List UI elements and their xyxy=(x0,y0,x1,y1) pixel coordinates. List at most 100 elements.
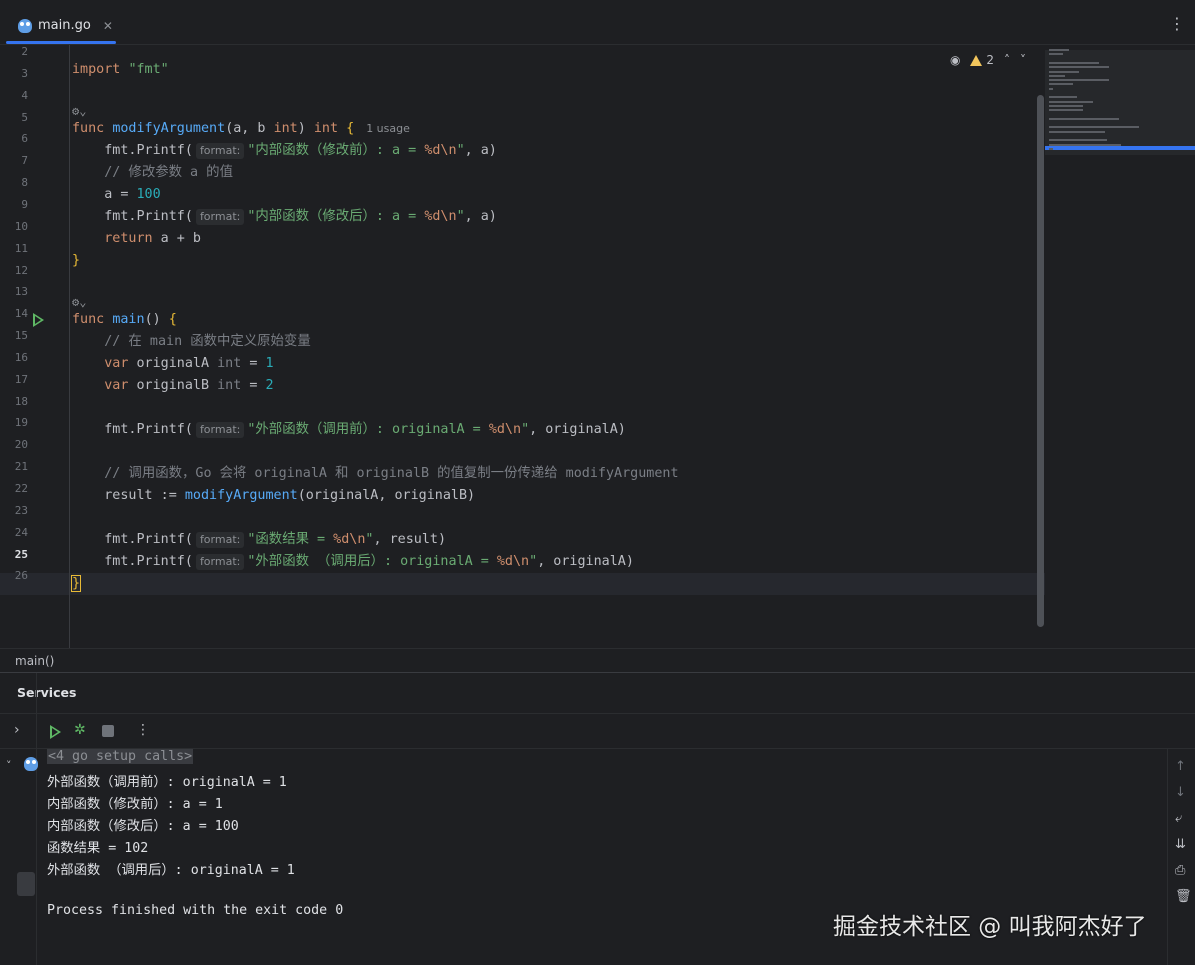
line-number: 23 xyxy=(14,503,28,517)
line-number: 22 xyxy=(14,482,28,495)
breadcrumb[interactable]: main() xyxy=(0,648,1195,672)
line-number: 16 xyxy=(14,350,28,364)
line-number: 12 xyxy=(14,263,28,277)
line-number: 7 xyxy=(21,154,28,168)
line-number: 18 xyxy=(14,394,28,408)
minimap-line xyxy=(1049,74,1065,77)
code-line-23: fmt.Printf(format: "函数结果 = %d\n", result) xyxy=(72,532,447,548)
line-number: 5 xyxy=(21,110,28,124)
editor-tab-bar: main.go ✕ ⋮ xyxy=(0,0,1195,45)
minimap-line xyxy=(1049,87,1053,90)
code-line-5: func modifyArgument(a, b int) int {1 usa… xyxy=(72,121,410,136)
minimap-line xyxy=(1049,79,1109,82)
console-line: 外部函数（调用前）: originalA = 1 xyxy=(47,775,287,790)
line-number: 13 xyxy=(14,285,28,299)
minimap-line xyxy=(1049,147,1053,150)
console-line: 内部函数（修改后）: a = 100 xyxy=(47,819,239,834)
minimap-line xyxy=(1049,70,1079,73)
inspection-widget[interactable]: ◉ 2 ˄ ˅ xyxy=(950,53,1026,67)
soft-wrap-icon[interactable]: ⤶ xyxy=(1175,811,1182,826)
console-line: 外部函数 （调用后）: originalA = 1 xyxy=(47,863,295,878)
tree-item-selection[interactable] xyxy=(17,872,35,896)
line-number: 20 xyxy=(14,438,28,452)
warning-indicator[interactable]: 2 xyxy=(970,53,994,67)
panel-title: Services xyxy=(17,685,77,700)
usage-hint[interactable]: 1 usage xyxy=(366,122,410,135)
warning-icon xyxy=(970,55,983,66)
line-number: 26 xyxy=(14,569,28,583)
code-line-9: fmt.Printf(format: "内部函数（修改后）: a = %d\n",… xyxy=(72,209,497,225)
line-number: 9 xyxy=(21,197,28,211)
line-number: 11 xyxy=(14,241,28,255)
minimap-line xyxy=(1049,143,1121,146)
arrow-down-icon[interactable]: ↓ xyxy=(1175,785,1186,800)
debug-icon[interactable]: ✲ xyxy=(74,722,86,738)
stop-icon[interactable] xyxy=(102,725,114,737)
run-icon[interactable] xyxy=(33,313,44,327)
chevron-up-icon[interactable]: ˄ xyxy=(1004,53,1010,67)
code-line-18: fmt.Printf(format: "外部函数（调用前）: originalA … xyxy=(72,422,626,438)
console-exit-line: Process finished with the exit code 0 xyxy=(47,903,344,918)
minimap-line xyxy=(1049,126,1139,129)
minimap-line xyxy=(1049,61,1099,64)
minimap[interactable] xyxy=(1045,45,1195,648)
console-setup-line[interactable]: <4 go setup calls> xyxy=(47,749,194,764)
trash-icon[interactable]: 🗑 xyxy=(1175,889,1192,904)
minimap-line xyxy=(1049,117,1119,120)
line-number: 8 xyxy=(21,176,28,190)
code-line-15: var originalA int = 1 xyxy=(104,356,274,371)
services-toolbar: › ✲ ⋮ xyxy=(0,713,1195,749)
code-line-25: } xyxy=(70,575,82,592)
go-file-icon xyxy=(18,18,32,33)
console-side-toolbar: ↑ ↓ ⤶ ⇊ ⎙ 🗑 xyxy=(1167,749,1195,965)
arrow-up-icon[interactable]: ↑ xyxy=(1175,759,1186,774)
tab-label: main.go xyxy=(38,18,91,33)
minimap-caret-line xyxy=(1045,146,1195,150)
run-icon[interactable] xyxy=(50,725,61,739)
code-editor[interactable]: 2 3 4 5 6 7 8 9 10 11 12 13 14 15 16 17 18 19 20 21 22 23 24 25… xyxy=(0,45,1195,648)
chevron-down-icon[interactable]: ˅ xyxy=(6,759,12,772)
minimap-line xyxy=(1049,96,1077,99)
line-number: 21 xyxy=(14,460,28,474)
code-line-7: // 修改参数 a 的值 xyxy=(72,165,233,180)
tab-main-go[interactable]: main.go ✕ xyxy=(10,6,116,45)
more-vertical-icon[interactable]: ⋮ xyxy=(1169,14,1185,33)
close-icon[interactable]: ✕ xyxy=(103,19,113,33)
line-number: 6 xyxy=(21,132,28,146)
code-line-14: // 在 main 函数中定义原始变量 xyxy=(72,334,311,349)
eye-off-icon[interactable]: ◉ xyxy=(950,53,960,67)
code-line-11: } xyxy=(72,253,81,268)
minimap-line xyxy=(1049,83,1073,86)
minimap-line xyxy=(1049,109,1083,112)
code-line-3: import "fmt" xyxy=(72,62,169,77)
line-number: 2 xyxy=(21,45,28,58)
print-icon[interactable]: ⎙ xyxy=(1175,863,1185,878)
code-line-13: func main() { xyxy=(72,312,177,327)
setup-calls-fold[interactable]: <4 go setup calls> xyxy=(47,749,194,764)
more-vertical-icon[interactable]: ⋮ xyxy=(136,722,150,738)
code-line-20: // 调用函数，Go 会将 originalA 和 originalB 的值复制… xyxy=(72,466,679,481)
line-number: 3 xyxy=(21,66,28,80)
active-tab-indicator xyxy=(6,41,116,44)
line-number: 24 xyxy=(14,525,28,539)
line-number-gutter: 2 3 4 5 6 7 8 9 10 11 12 13 14 15 16 17 18 19 20 21 22 23 24 25… xyxy=(0,45,70,648)
line-number: 25 xyxy=(14,547,28,561)
code-line-6: fmt.Printf(format: "内部函数（修改前）: a = %d\n",… xyxy=(72,143,497,159)
current-line-highlight xyxy=(0,573,1045,595)
code-line-24: fmt.Printf(format: "外部函数 （调用后）: originalA… xyxy=(72,554,634,570)
go-run-icon[interactable] xyxy=(24,757,38,771)
minimap-line xyxy=(1049,100,1093,103)
scroll-to-end-icon[interactable]: ⇊ xyxy=(1175,837,1186,852)
line-number: 14 xyxy=(14,307,28,321)
line-number: 4 xyxy=(21,88,28,102)
line-number: 15 xyxy=(14,329,28,343)
console-line: 函数结果 = 102 xyxy=(47,841,149,856)
line-number: 19 xyxy=(14,416,28,430)
chevron-right-icon[interactable]: › xyxy=(14,722,20,738)
line-number: 10 xyxy=(14,219,28,233)
code-line-16: var originalB int = 2 xyxy=(104,378,274,393)
chevron-down-icon[interactable]: ˅ xyxy=(1020,53,1026,67)
vertical-scrollbar[interactable] xyxy=(1037,95,1044,627)
minimap-line xyxy=(1049,53,1063,56)
line-number: 17 xyxy=(14,372,28,386)
